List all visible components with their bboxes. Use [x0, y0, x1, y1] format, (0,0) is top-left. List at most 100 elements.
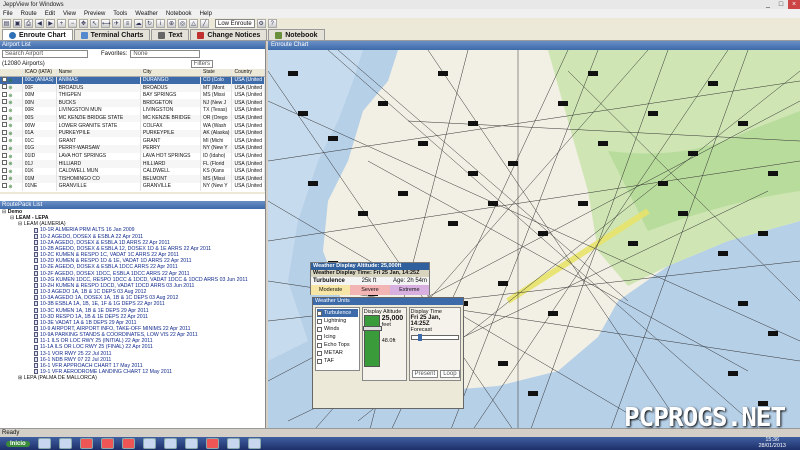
unit-checkbox[interactable]	[317, 334, 322, 340]
folder-task-icon[interactable]	[184, 438, 198, 449]
weather-icon[interactable]: ☁	[134, 19, 143, 28]
tab-text[interactable]: Text	[151, 29, 190, 40]
row-checkbox[interactable]: ⊕	[0, 129, 23, 138]
row-checkbox[interactable]: ⊕	[0, 160, 23, 168]
settings-icon[interactable]: ⚙	[256, 19, 266, 28]
explorer-task-icon[interactable]	[58, 438, 72, 449]
checkbox[interactable]	[2, 76, 7, 82]
menu-weather[interactable]: Weather	[135, 11, 158, 17]
opera-task-icon-2[interactable]	[100, 438, 114, 449]
flash-task-icon[interactable]	[205, 438, 219, 449]
menu-notebook[interactable]: Notebook	[166, 11, 192, 17]
menu-edit[interactable]: Edit	[45, 11, 55, 17]
app-task-icon[interactable]	[142, 438, 156, 449]
fix-icon[interactable]: △	[189, 19, 198, 28]
checkbox[interactable]	[2, 137, 7, 143]
table-row[interactable]: ⊕ 00R LIVINGSTON MUN LIVINGSTON TX (Texas) US…	[0, 106, 265, 115]
table-row[interactable]: ⊕ 00C (ANIAS) ANIMAS DURANGO CO (Colo USA (Un…	[0, 76, 265, 85]
col-country[interactable]: Country	[231, 69, 265, 77]
weather-unit-item[interactable]: Lightning	[317, 317, 358, 325]
jeppview-task-icon[interactable]	[163, 438, 177, 449]
table-row[interactable]: ⊕ 01ID LAVA HOT SPRINGS LAVA HOT SPRINGS ID …	[0, 152, 265, 161]
row-checkbox[interactable]: ⊕	[0, 182, 23, 191]
window-task-icon[interactable]	[226, 438, 240, 449]
checkbox[interactable]	[2, 152, 7, 158]
weather-unit-item[interactable]: Turbulence	[317, 309, 358, 317]
table-row[interactable]: ⊕ 00W LOWER GRANITE STATE COLFAX WA (Wash USA…	[0, 122, 265, 130]
close-button[interactable]: ×	[788, 0, 800, 9]
unit-checkbox[interactable]	[317, 326, 322, 332]
row-checkbox[interactable]: ⊕	[0, 106, 23, 115]
checkbox[interactable]	[2, 175, 7, 181]
maximize-button[interactable]: □	[775, 0, 787, 9]
checkbox[interactable]	[2, 91, 7, 97]
loop-button[interactable]: Loop	[440, 370, 460, 378]
row-checkbox[interactable]: ⊕	[0, 99, 23, 107]
present-button[interactable]: Present	[411, 370, 439, 378]
weather-unit-item[interactable]: Icing	[317, 333, 358, 341]
col-state[interactable]: State	[200, 69, 233, 77]
minimize-button[interactable]: _	[762, 0, 774, 9]
checkbox[interactable]	[2, 114, 7, 120]
checkbox[interactable]	[2, 160, 7, 166]
media-task-icon[interactable]	[247, 438, 261, 449]
unit-checkbox[interactable]	[317, 342, 322, 348]
table-row[interactable]: ⊕ 01M TISHOMINGO CO BELMONT MS (Missi USA (Un…	[0, 175, 265, 183]
checkbox[interactable]	[2, 182, 7, 188]
unit-checkbox[interactable]	[317, 358, 322, 364]
row-checkbox[interactable]: ⊕	[0, 76, 23, 85]
help-icon[interactable]: ?	[267, 19, 277, 28]
checkbox[interactable]	[2, 129, 7, 135]
table-row[interactable]: ⊕ 01G PERRY-WARSAW PERRY NY (New Y USA (Unite…	[0, 144, 265, 153]
checkbox[interactable]	[2, 99, 7, 105]
tab-enroute-chart[interactable]: Enroute Chart	[2, 29, 73, 40]
print-icon[interactable]: ⎙	[24, 19, 33, 28]
table-row[interactable]: ⊕ 00N BUCKS BRIDGETON NJ (New J USA (United	[0, 99, 265, 107]
start-button[interactable]: Inicio	[6, 440, 30, 447]
checkbox[interactable]	[2, 122, 7, 128]
zoom-in-icon[interactable]: +	[57, 19, 66, 28]
altitude-slider[interactable]	[362, 315, 382, 367]
tab-change-notices[interactable]: Change Notices	[190, 29, 268, 40]
checkbox[interactable]	[2, 106, 7, 112]
splitter[interactable]	[0, 191, 265, 194]
table-row[interactable]: ⊕ 01J HILLIARD HILLIARD FL (Florid USA (Unite…	[0, 160, 265, 168]
table-row[interactable]: ⊕ 01A PURKEYPILE PURKEYPILE AK (Alaska) USA (…	[0, 129, 265, 138]
favorites-select[interactable]: None	[130, 50, 201, 58]
row-checkbox[interactable]: ⊕	[0, 137, 23, 145]
opera-task-icon-3[interactable]	[121, 438, 135, 449]
table-row[interactable]: ⊕ 00F BROADUS BROADUS MT (Mont USA (United	[0, 84, 265, 92]
refresh-icon[interactable]: ↻	[145, 19, 154, 28]
chart-type-select[interactable]: Low Enroute	[215, 19, 255, 28]
tree-airport-lepa[interactable]: ⊞ LEPA (PALMA DE MALLORCA)	[2, 375, 265, 381]
table-row[interactable]: ⊕ 01NE GRANVILLE GRANVILLE NY (New Y USA (Uni…	[0, 182, 265, 191]
tab-notebook[interactable]: Notebook	[268, 29, 325, 40]
back-icon[interactable]: ◀	[35, 19, 44, 28]
checkbox[interactable]	[2, 167, 7, 173]
select-icon[interactable]: ↖	[90, 19, 99, 28]
info-icon[interactable]: i	[156, 19, 165, 28]
altitude-slider-handle[interactable]	[362, 326, 382, 331]
menu-preview[interactable]: Preview	[84, 11, 105, 17]
airport-search-input[interactable]: Search Airport	[2, 50, 88, 58]
row-checkbox[interactable]: ⊕	[0, 152, 23, 161]
weather-unit-item[interactable]: TAF	[317, 357, 358, 365]
menu-tools[interactable]: Tools	[113, 11, 127, 17]
col-name[interactable]: Name	[56, 69, 141, 77]
menu-file[interactable]: File	[3, 11, 13, 17]
unit-checkbox[interactable]	[317, 350, 322, 356]
time-slider-handle[interactable]	[417, 334, 422, 341]
col-icao[interactable]: ICAO (IATA)	[22, 69, 57, 77]
forward-icon[interactable]: ▶	[46, 19, 55, 28]
airway-icon[interactable]: ╱	[200, 19, 209, 28]
table-row[interactable]: ⊕ 00M THIGPEN BAY SPRINGS MS (Missi USA (Unit…	[0, 91, 265, 100]
zoom-out-icon[interactable]: −	[68, 19, 77, 28]
open-icon[interactable]: ▤	[2, 19, 11, 28]
menu-help[interactable]: Help	[200, 11, 212, 17]
table-row[interactable]: ⊕ 01K CALDWELL MUN CALDWELL KS (Kans USA (Uni…	[0, 167, 265, 176]
measure-icon[interactable]: ⟷	[101, 19, 111, 28]
firefox-task-icon[interactable]	[37, 438, 51, 449]
navaid-icon[interactable]: ◎	[178, 19, 187, 28]
unit-checkbox[interactable]	[317, 318, 322, 324]
table-row[interactable]: ⊕ 00S MC KENZIE BRIDGE STATE MC KENZIE BRID…	[0, 114, 265, 123]
